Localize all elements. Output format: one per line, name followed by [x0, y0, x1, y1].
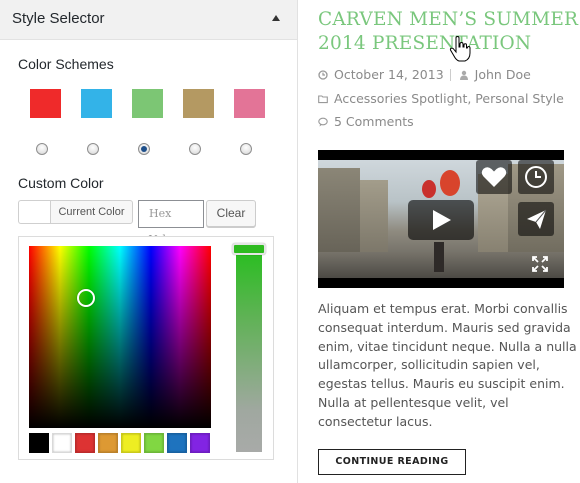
color-schemes-label: Color Schemes [18, 56, 114, 72]
excerpt-line: ullamcorper, sollicitudin sapien vel, [318, 357, 540, 373]
fullscreen-icon[interactable] [532, 256, 548, 272]
hand-cursor-icon [449, 36, 471, 62]
palette-chip-white[interactable] [52, 433, 72, 453]
current-color-button[interactable]: Current Color [50, 200, 133, 224]
scheme-swatch-green[interactable] [132, 89, 163, 118]
share-button[interactable] [518, 202, 554, 236]
like-button[interactable] [476, 160, 512, 194]
clock-icon [525, 166, 547, 188]
clock-icon [318, 70, 328, 80]
watch-later-button[interactable] [518, 160, 554, 194]
scheme-swatch-red[interactable] [30, 89, 61, 118]
video-player[interactable] [318, 150, 564, 288]
paper-plane-icon [527, 209, 547, 229]
excerpt-line: consectetur lacus. [318, 413, 433, 429]
hex-value-input[interactable]: Hex Value [138, 200, 204, 246]
post-comments[interactable]: 5 Comments [334, 114, 414, 129]
excerpt-line: Aliquam et tempus erat. Morbi convallis [318, 301, 568, 316]
folder-icon [318, 95, 328, 104]
color-preview-swatch[interactable] [18, 200, 50, 224]
panel-header[interactable]: Style Selector [0, 0, 297, 40]
continue-reading-button[interactable]: CONTINUE READING [318, 449, 466, 475]
palette-chip-green[interactable] [144, 433, 164, 453]
excerpt-line: consequat interdum. Mauris sed gravida [318, 319, 571, 335]
scheme-swatch-tan[interactable] [183, 89, 214, 118]
palette-chip-purple[interactable] [190, 433, 210, 453]
palette-chip-orange[interactable] [98, 433, 118, 453]
scheme-swatch-pink[interactable] [234, 89, 265, 118]
panel-title: Style Selector [12, 10, 105, 27]
scheme-radio-tan[interactable] [189, 143, 201, 155]
scheme-radio-green[interactable] [138, 143, 150, 155]
palette-chip-black[interactable] [29, 433, 49, 453]
scheme-radio-red[interactable] [36, 143, 48, 155]
post-author[interactable]: John Doe [475, 67, 531, 82]
post-excerpt: Aliquam et tempus erat. Morbi convallis … [318, 300, 580, 432]
post-meta-categories: Accessories Spotlight, Personal Style [318, 91, 564, 106]
post-categories[interactable]: Accessories Spotlight, Personal Style [334, 91, 564, 106]
saturation-hue-square[interactable] [29, 246, 211, 428]
shade-slider-handle[interactable] [232, 243, 266, 255]
post-title-line2[interactable]: 2014 PRESENTATION [318, 33, 531, 54]
scheme-radio-blue[interactable] [87, 143, 99, 155]
excerpt-line: egestas tellus. Mauris eu suscipit enim. [318, 376, 565, 392]
meta-divider [449, 69, 451, 81]
scheme-swatch-blue[interactable] [81, 89, 112, 118]
custom-color-label: Custom Color [18, 175, 104, 191]
comment-icon [318, 117, 328, 127]
clear-button[interactable]: Clear [206, 200, 256, 227]
scheme-radio-pink[interactable] [240, 143, 252, 155]
excerpt-line: Nulla at pellentesque velit, vel [318, 394, 509, 410]
play-icon [433, 210, 451, 230]
style-selector-panel: Style Selector Color Schemes Custom Colo… [0, 0, 298, 483]
palette-chip-yellow[interactable] [121, 433, 141, 453]
heart-icon [481, 167, 507, 187]
post-date[interactable]: October 14, 2013 [334, 67, 444, 82]
post-meta-date-author: October 14, 2013 John Doe [318, 67, 531, 82]
palette-chip-red[interactable] [75, 433, 95, 453]
shade-slider[interactable] [236, 246, 262, 452]
collapse-arrow-icon[interactable] [272, 15, 280, 21]
user-icon [459, 70, 468, 80]
excerpt-line: enim, vitae tincidunt neque. Nulla a nul… [318, 338, 577, 354]
post-title-line1[interactable]: CARVEN MEN’S SUMMER [318, 9, 578, 30]
post-meta-comments: 5 Comments [318, 114, 414, 129]
picker-handle[interactable] [77, 289, 95, 307]
palette-chip-blue[interactable] [167, 433, 187, 453]
play-button[interactable] [408, 200, 474, 240]
